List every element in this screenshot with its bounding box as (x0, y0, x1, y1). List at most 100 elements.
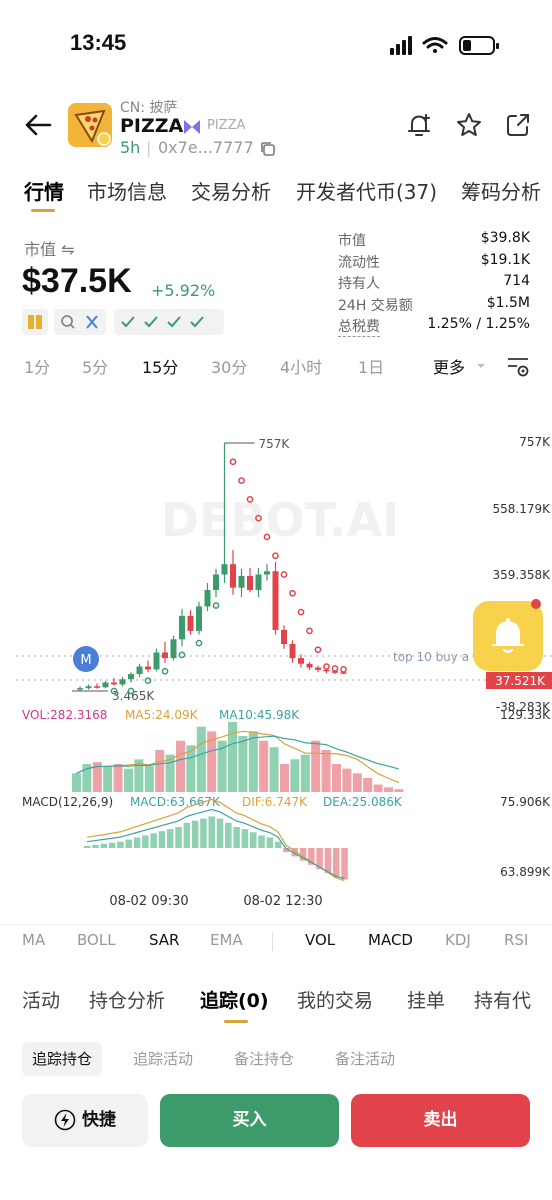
book-badge[interactable] (22, 309, 48, 335)
interval-15m[interactable]: 15分 (142, 354, 178, 378)
candle (221, 564, 228, 575)
tab-trade-analysis[interactable]: 交易分析 (191, 176, 271, 205)
tab-my-trades[interactable]: 我的交易 (297, 986, 373, 1013)
tab-orders[interactable]: 挂单 (407, 986, 445, 1013)
volume-bar (352, 773, 362, 792)
stat-row: 持有人 714 (338, 273, 530, 295)
market-cap-label[interactable]: 市值 ⇋ (24, 236, 75, 260)
indicator-boll[interactable]: BOLL (77, 931, 116, 949)
price-axis-label: 757K (519, 435, 551, 449)
candle (94, 686, 100, 688)
buy-button[interactable]: 买入 (160, 1094, 339, 1147)
subtab-note-activity[interactable]: 备注活动 (325, 1042, 405, 1076)
indicator-macd[interactable]: MACD (368, 931, 413, 949)
copy-icon[interactable] (260, 141, 276, 157)
candle (179, 615, 185, 640)
interval-1m[interactable]: 1分 (24, 354, 50, 378)
high-label: 757K (259, 437, 291, 451)
sar-dot (289, 589, 296, 597)
sar-dot (272, 552, 279, 560)
section-tabs: 活动 持仓分析 追踪(0) 我的交易 挂单 持有代 (0, 980, 552, 1026)
wifi-icon (422, 37, 448, 53)
status-time: 13:45 (70, 30, 127, 55)
stats-table: 市值 $39.8K 流动性 $19.1K 持有人 714 24H 交易额 $1.5M 总… (338, 230, 530, 338)
subtab-track-activity[interactable]: 追踪活动 (123, 1042, 203, 1076)
quick-trade-label: 快捷 (82, 1110, 116, 1130)
indicator-sar[interactable]: SAR (149, 931, 179, 949)
macd-bar (233, 827, 240, 848)
tab-activity[interactable]: 活动 (22, 986, 60, 1013)
stat-key[interactable]: 总税费 (338, 316, 380, 337)
volume-bar (176, 740, 185, 792)
home-area (0, 1150, 552, 1200)
volume-bar (155, 750, 165, 792)
macd-bar (108, 842, 116, 848)
interval-4h[interactable]: 4小时 (280, 354, 322, 378)
chart-settings-icon[interactable] (505, 353, 531, 379)
sell-button[interactable]: 卖出 (351, 1094, 530, 1147)
current-price-label: 37.521K (495, 674, 546, 688)
volume-bar (290, 759, 300, 792)
sar-dot (212, 602, 220, 609)
search-icon (61, 315, 75, 329)
tab-market-info[interactable]: 市场信息 (87, 176, 167, 205)
indicator-kdj[interactable]: KDJ (445, 931, 471, 949)
vol-axis-label: 129.33K (500, 708, 551, 722)
stat-value: 1.25% / 1.25% (427, 316, 530, 332)
macd-bar (117, 841, 124, 848)
candle (272, 571, 279, 630)
token-sub-symbol: PIZZA (207, 118, 246, 133)
macd-bar (274, 841, 282, 848)
subtab-track-holdings[interactable]: 追踪持仓 (22, 1042, 103, 1076)
quick-trade-button[interactable]: 快捷 (22, 1094, 148, 1147)
volume-bar (238, 736, 248, 792)
indicator-ema[interactable]: EMA (210, 931, 243, 949)
back-arrow-icon[interactable] (22, 109, 54, 141)
indicator-ma[interactable]: MA (22, 931, 45, 949)
price-chart[interactable]: DEBOT.AI 757K 3.465K Mtop 10 buy a 757K 558.1… (0, 388, 552, 920)
candle (281, 629, 287, 645)
tab-holdings-analysis[interactable]: 持仓分析 (89, 986, 165, 1013)
indicator-bar: MA BOLL SAR EMA VOL MACD KDJ RSI (0, 924, 552, 958)
tab-holders[interactable]: 持有代 (474, 986, 531, 1013)
stat-value: $19.1K (480, 251, 530, 268)
macd-bar (167, 829, 174, 848)
token-address[interactable]: 0x7e...7777 (158, 138, 254, 157)
indicator-vol[interactable]: VOL (305, 931, 335, 949)
candle (111, 682, 117, 685)
price-alert-button[interactable] (473, 599, 543, 671)
tab-market[interactable]: 行情 (24, 176, 64, 205)
star-icon[interactable] (455, 111, 483, 139)
volume-bar (248, 731, 258, 792)
alert-add-icon[interactable] (406, 111, 434, 139)
token-logo-icon (68, 103, 112, 147)
candle (238, 575, 245, 588)
notification-dot (531, 599, 541, 609)
check-icon (121, 316, 204, 328)
volume-bar (342, 768, 352, 792)
bell-icon (492, 618, 524, 653)
candle (128, 674, 134, 680)
tab-underline (224, 1020, 248, 1023)
tab-dev-tokens[interactable]: 开发者代币(37) (296, 176, 437, 205)
interval-30m[interactable]: 30分 (211, 354, 247, 378)
candle (102, 682, 109, 688)
indicator-rsi[interactable]: RSI (504, 931, 528, 949)
volume-bar (373, 784, 383, 792)
action-bar: 快捷 买入 卖出 (0, 1094, 552, 1148)
subtab-note-holdings[interactable]: 备注持仓 (224, 1042, 304, 1076)
stat-value: $39.8K (480, 230, 530, 246)
macd-bar (333, 848, 340, 878)
interval-5m[interactable]: 5分 (82, 354, 108, 378)
token-header: CN: 披萨 PIZZA PIZZA 5h | 0x7e...7777 (0, 95, 552, 165)
volume-bar (103, 765, 113, 792)
candle (247, 575, 253, 591)
tab-tracking[interactable]: 追踪(0) (200, 986, 269, 1013)
interval-1d[interactable]: 1日 (358, 354, 384, 378)
macd-bar (175, 827, 182, 848)
macd-bar (216, 818, 224, 848)
tab-chip-analysis[interactable]: 筹码分析 (461, 176, 541, 205)
share-icon[interactable] (504, 111, 532, 139)
stat-row: 市值 $39.8K (338, 230, 530, 252)
interval-more[interactable]: 更多 (433, 354, 465, 378)
